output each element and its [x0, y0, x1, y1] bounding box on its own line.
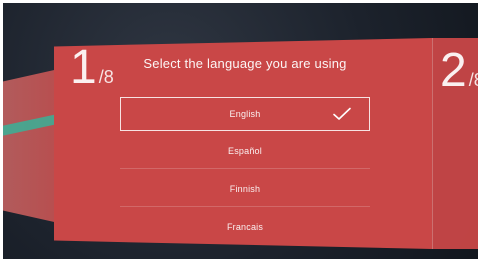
language-option-francais[interactable]: Francais [120, 210, 370, 244]
current-step-number: 1 [70, 41, 97, 94]
current-step-indicator: 1/8 [70, 41, 114, 94]
frame-top [0, 0, 483, 3]
language-option-finnish[interactable]: Finnish [120, 172, 370, 207]
current-step-total: /8 [98, 67, 114, 87]
page-title: Select the language you are using [143, 56, 347, 71]
frame-bottom [0, 259, 483, 264]
check-icon [333, 107, 351, 121]
frame-right [478, 0, 483, 264]
language-option-label: Finnish [229, 184, 261, 194]
language-option-label: Francais [226, 222, 264, 232]
previous-card-accent [2, 114, 57, 136]
frame-left [0, 0, 3, 264]
language-option-english[interactable]: English [120, 97, 370, 131]
language-option-label: Español [228, 146, 262, 156]
language-option-espanol[interactable]: Español [120, 134, 370, 169]
next-step-indicator: 2/8 [440, 44, 483, 97]
language-list: English Español Finnish Francais [120, 97, 370, 247]
language-option-label: English [229, 109, 261, 119]
next-step-number: 2 [440, 44, 467, 97]
